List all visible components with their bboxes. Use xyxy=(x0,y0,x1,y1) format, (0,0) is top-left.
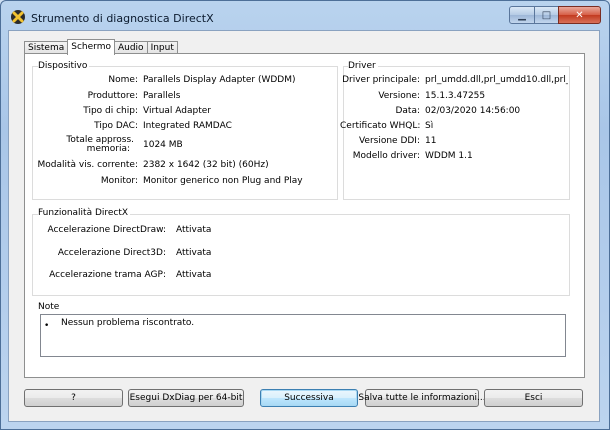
notes-title: Note xyxy=(38,302,60,312)
device-value: 1024 MB xyxy=(143,140,183,150)
close-button[interactable]: ✕ xyxy=(558,6,601,24)
save-all-button[interactable]: Salva tutte le informazioni... xyxy=(358,389,486,407)
feature-value: Attivata xyxy=(176,248,212,258)
device-value: Monitor generico non Plug and Play xyxy=(143,176,303,186)
device-label: Produttore: xyxy=(87,91,138,101)
run-64bit-button-label: Esegui DxDiag per 64-bit xyxy=(129,393,243,403)
device-group-title: Dispositivo xyxy=(38,61,90,71)
maximize-button[interactable]: □ xyxy=(534,6,559,24)
driver-value: WDDM 1.1 xyxy=(425,151,473,161)
driver-label: Data: xyxy=(395,106,420,116)
feature-label: Accelerazione Direct3D: xyxy=(57,248,166,258)
device-value: Virtual Adapter xyxy=(143,106,211,116)
driver-label: Versione DDI: xyxy=(358,136,420,146)
device-label: Tipo di chip: xyxy=(83,106,138,116)
run-64bit-button[interactable]: Esegui DxDiag per 64-bit xyxy=(128,389,244,407)
exit-button-label: Esci xyxy=(524,393,543,403)
feature-label: Accelerazione trama AGP: xyxy=(49,270,166,280)
device-label: Monitor: xyxy=(100,176,138,186)
driver-value: prl_umdd.dll,prl_umdd10.dll,prl_umdd xyxy=(425,75,568,85)
device-label: memoria: xyxy=(86,144,130,154)
next-button[interactable]: Successiva xyxy=(260,389,358,407)
exit-button[interactable]: Esci xyxy=(484,389,583,407)
driver-group xyxy=(343,66,570,200)
driver-value: 11 xyxy=(425,136,437,146)
device-label: Tipo DAC: xyxy=(94,121,138,131)
minimize-button[interactable]: ▁ xyxy=(509,6,535,24)
window-title: Strumento di diagnostica DirectX xyxy=(31,12,214,25)
feature-label: Accelerazione DirectDraw: xyxy=(47,225,166,235)
features-group-title: Funzionalità DirectX xyxy=(38,208,131,218)
help-button[interactable]: ? xyxy=(24,389,123,407)
maximize-icon: □ xyxy=(541,9,552,21)
driver-label: Modello driver: xyxy=(352,151,420,161)
device-value: Parallels Display Adapter (WDDM) xyxy=(143,75,296,85)
tab-schermo[interactable]: Schermo xyxy=(67,39,115,55)
driver-value: 15.1.3.47255 xyxy=(425,91,486,101)
close-icon: ✕ xyxy=(575,9,584,21)
save-all-button-label: Salva tutte le informazioni... xyxy=(358,393,486,403)
directx-icon xyxy=(11,10,25,24)
note-item: Nessun problema riscontrato. xyxy=(61,318,195,328)
device-label: Modalità vis. corrente: xyxy=(37,160,138,170)
device-label: Nome: xyxy=(108,75,138,85)
driver-label: Versione: xyxy=(378,91,420,101)
driver-value: 02/03/2020 14:56:00 xyxy=(425,106,521,116)
notes-textbox[interactable]: • Nessun problema riscontrato. xyxy=(40,314,566,357)
tab-strip: Sistema Schermo Audio Input xyxy=(24,39,178,55)
help-button-label: ? xyxy=(71,393,76,403)
title-bar[interactable]: Strumento di diagnostica DirectX ▁ □ ✕ xyxy=(1,1,609,31)
device-value: 2382 x 1642 (32 bit) (60Hz) xyxy=(143,160,269,170)
bullet-icon: • xyxy=(44,321,50,331)
driver-value: Sì xyxy=(425,121,434,131)
device-value: Integrated RAMDAC xyxy=(143,121,232,131)
feature-value: Attivata xyxy=(176,270,212,280)
feature-value: Attivata xyxy=(176,225,212,235)
device-value: Parallels xyxy=(143,91,181,101)
minimize-icon: ▁ xyxy=(518,9,526,21)
driver-label: Driver principale: xyxy=(342,75,420,85)
next-button-label: Successiva xyxy=(284,393,334,403)
driver-group-title: Driver xyxy=(348,61,378,71)
driver-label: Certificato WHQL: xyxy=(340,121,421,131)
